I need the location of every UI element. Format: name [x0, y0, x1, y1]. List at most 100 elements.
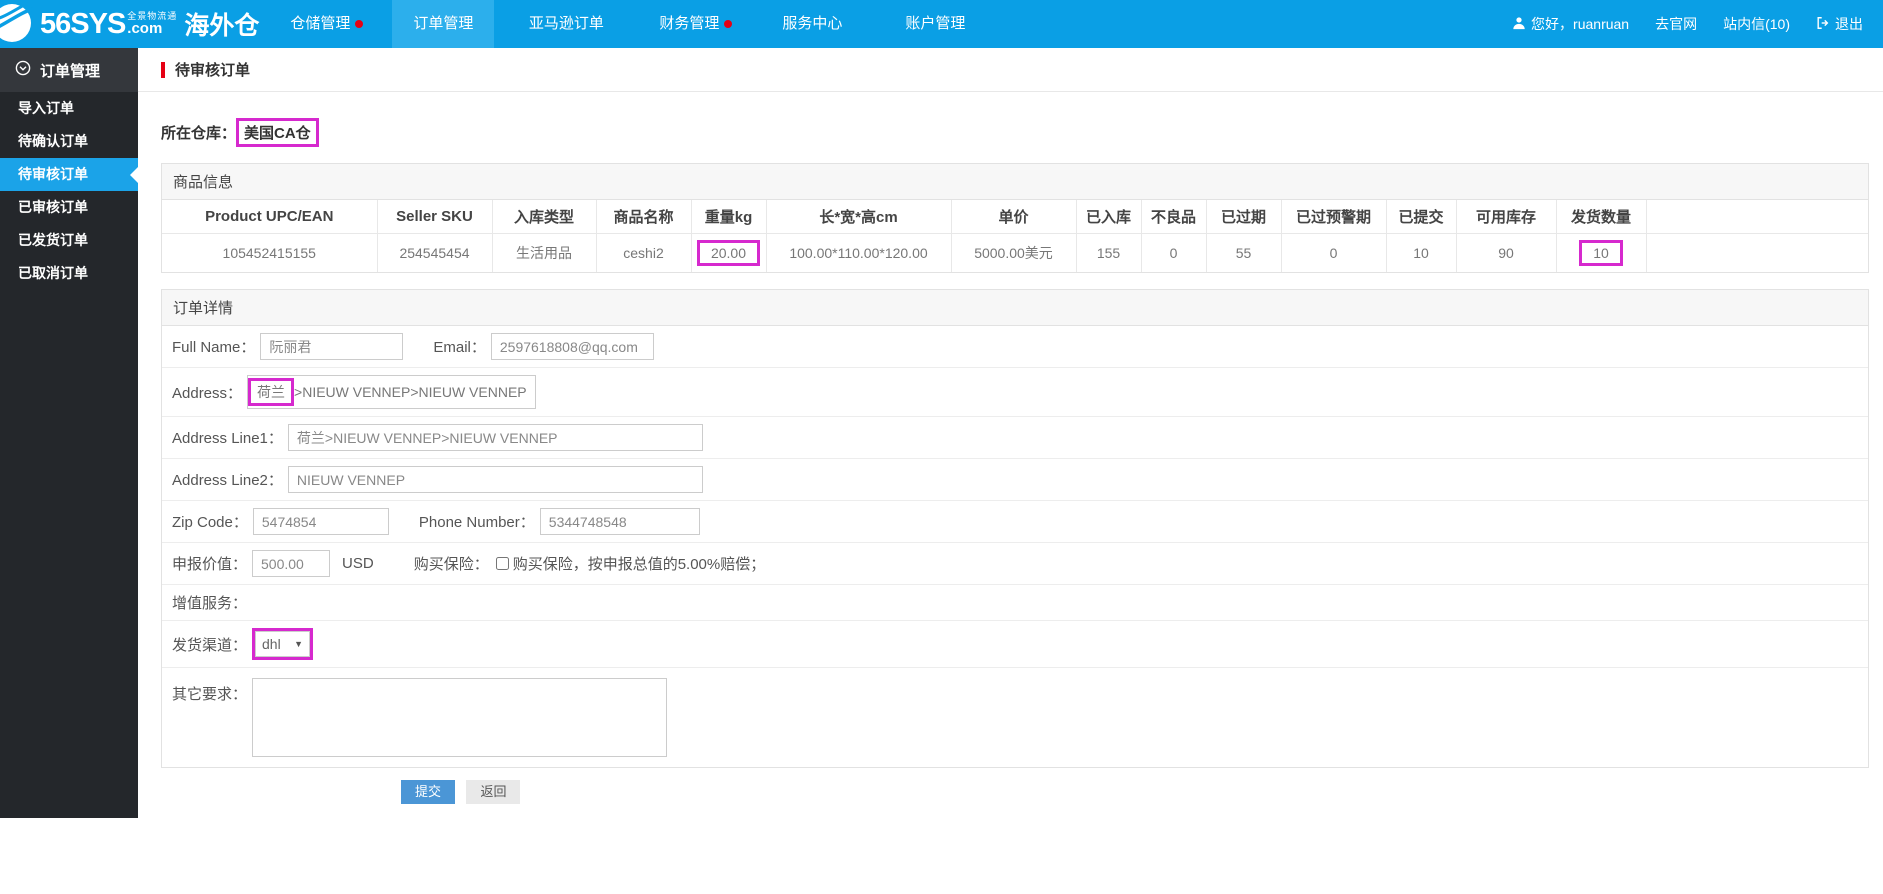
insurance-text: 购买保险，按申报总值的5.00%赔偿； [513, 553, 766, 574]
address-line2-label: Address Line2： [172, 469, 283, 490]
channel-select[interactable]: dhl ▼ [255, 631, 310, 657]
col-ship-qty: 发货数量 [1556, 200, 1646, 233]
nav-label: 仓储管理 [290, 15, 350, 32]
row-declared-value: 申报价值： USD 购买保险： 购买保险，按申报总值的5.00%赔偿； [162, 543, 1868, 585]
nav-label: 账户管理 [905, 15, 965, 32]
nav-account-management[interactable]: 账户管理 [884, 0, 986, 48]
greeting-text: 您好，ruanruan [1531, 14, 1629, 34]
address-rest: >NIEUW VENNEP>NIEUW VENNEP [294, 384, 527, 400]
address-line2-field[interactable] [288, 466, 703, 493]
user-icon [1512, 16, 1526, 33]
cell-expired: 55 [1206, 233, 1281, 272]
address-line1-field[interactable] [288, 424, 703, 451]
weight-highlight: 20.00 [697, 240, 760, 266]
full-name-label: Full Name： [172, 336, 255, 357]
vas-label: 增值服务： [172, 592, 247, 613]
insurance-checkbox[interactable] [496, 557, 509, 570]
sidebar-item-shipped-orders[interactable]: 已发货订单 [0, 224, 138, 257]
email-field[interactable] [491, 333, 654, 360]
page-title: 待审核订单 [175, 59, 250, 80]
sidebar-item-import-orders[interactable]: 导入订单 [0, 92, 138, 125]
sidebar-item-reviewed-orders[interactable]: 已审核订单 [0, 191, 138, 224]
product-table-header-row: Product UPC/EAN Seller SKU 入库类型 商品名称 重量k… [162, 200, 1868, 233]
logout-text: 退出 [1835, 14, 1863, 34]
col-expired: 已过期 [1206, 200, 1281, 233]
zip-code-label: Zip Code： [172, 511, 248, 532]
chevron-down-icon: ▼ [294, 639, 303, 649]
content-area: 所在仓库：美国CA仓 商品信息 Product UPC/EAN Seller S… [138, 118, 1883, 818]
nav-label: 服务中心 [782, 15, 842, 32]
cell-filler [1646, 233, 1868, 272]
sidebar-item-pending-review-orders[interactable]: 待审核订单 [0, 158, 138, 191]
back-button[interactable]: 返回 [466, 780, 520, 804]
warehouse-label: 所在仓库： [161, 125, 236, 142]
logo-stack: 全景物流通 .com [127, 12, 177, 36]
notification-dot [724, 20, 732, 28]
nav-amazon-orders[interactable]: 亚马逊订单 [515, 0, 617, 48]
col-defective: 不良品 [1141, 200, 1206, 233]
row-address-line1: Address Line1： [162, 417, 1868, 459]
product-info-section: 商品信息 Product UPC/EAN Seller SKU 入库类型 商品名… [161, 163, 1869, 273]
top-navbar: 56SYS 全景物流通 .com 海外仓 仓储管理 订单管理 亚马逊订单 财务管… [0, 0, 1883, 48]
row-other-requirements: 其它要求： [162, 668, 1868, 767]
sidebar-header[interactable]: 订单管理 [0, 48, 138, 92]
declared-value-label: 申报价值： [172, 553, 247, 574]
other-requirements-label: 其它要求： [172, 683, 247, 704]
cell-submitted: 10 [1386, 233, 1456, 272]
sidebar-item-cancelled-orders[interactable]: 已取消订单 [0, 257, 138, 290]
channel-highlight: dhl ▼ [252, 628, 313, 660]
full-name-field[interactable] [260, 333, 403, 360]
address-line1-label: Address Line1： [172, 427, 283, 448]
address-value-box: 荷兰 >NIEUW VENNEP>NIEUW VENNEP [247, 375, 536, 409]
cell-inbound-qty: 155 [1076, 233, 1141, 272]
col-past-warning: 已过预警期 [1281, 200, 1386, 233]
cell-weight: 20.00 [691, 233, 766, 272]
product-table: Product UPC/EAN Seller SKU 入库类型 商品名称 重量k… [162, 200, 1868, 272]
logout-icon [1816, 16, 1830, 33]
row-shipping-channel: 发货渠道： dhl ▼ [162, 621, 1868, 668]
col-product-upc: Product UPC/EAN [162, 200, 377, 233]
currency-label: USD [342, 555, 374, 572]
channel-label: 发货渠道： [172, 634, 247, 655]
order-details-section: 订单详情 Full Name： Email： Address： 荷兰 >NIEU… [161, 289, 1869, 768]
channel-selected-value: dhl [262, 636, 281, 652]
nav-order-management[interactable]: 订单管理 [392, 0, 494, 48]
official-site-link[interactable]: 去官网 [1655, 14, 1697, 34]
logout-link[interactable]: 退出 [1816, 14, 1863, 34]
site-mail-link[interactable]: 站内信(10) [1723, 14, 1790, 34]
cell-inbound-type: 生活用品 [492, 233, 596, 272]
form-actions: 提交 返回 [401, 780, 1869, 818]
cell-past-warning: 0 [1281, 233, 1386, 272]
email-label: Email： [433, 336, 486, 357]
nav-service-center[interactable]: 服务中心 [761, 0, 863, 48]
logo-suffix: 海外仓 [184, 6, 259, 42]
row-name-email: Full Name： Email： [162, 326, 1868, 368]
nav-label: 财务管理 [659, 15, 719, 32]
circle-chevron-icon [15, 60, 31, 80]
phone-number-field[interactable] [540, 508, 700, 535]
logo-swoosh-icon [0, 3, 34, 48]
nav-label: 订单管理 [413, 15, 473, 32]
zip-code-field[interactable] [253, 508, 389, 535]
brand-logo: 56SYS 全景物流通 .com 海外仓 [0, 0, 269, 48]
other-requirements-field[interactable] [252, 678, 667, 757]
insurance-label: 购买保险： [414, 553, 489, 574]
cell-unit-price: 5000.00美元 [951, 233, 1076, 272]
title-accent-bar [161, 62, 165, 78]
col-seller-sku: Seller SKU [377, 200, 492, 233]
nav-finance-management[interactable]: 财务管理 [638, 0, 740, 48]
warehouse-value: 美国CA仓 [236, 118, 319, 147]
row-value-added-service: 增值服务： [162, 585, 1868, 621]
cell-product-upc: 105452415155 [162, 233, 377, 272]
row-address: Address： 荷兰 >NIEUW VENNEP>NIEUW VENNEP [162, 368, 1868, 417]
ship-qty-highlight: 10 [1579, 240, 1623, 266]
sidebar-item-pending-confirm-orders[interactable]: 待确认订单 [0, 125, 138, 158]
declared-value-field[interactable] [252, 550, 330, 577]
user-greeting[interactable]: 您好，ruanruan [1512, 14, 1629, 34]
logo-brand-text: 56SYS [40, 8, 125, 41]
sidebar: 订单管理 导入订单 待确认订单 待审核订单 已审核订单 已发货订单 已取消订单 [0, 48, 138, 818]
submit-button[interactable]: 提交 [401, 780, 455, 804]
col-product-name: 商品名称 [596, 200, 691, 233]
nav-warehouse-management[interactable]: 仓储管理 [269, 0, 371, 48]
cell-defective: 0 [1141, 233, 1206, 272]
